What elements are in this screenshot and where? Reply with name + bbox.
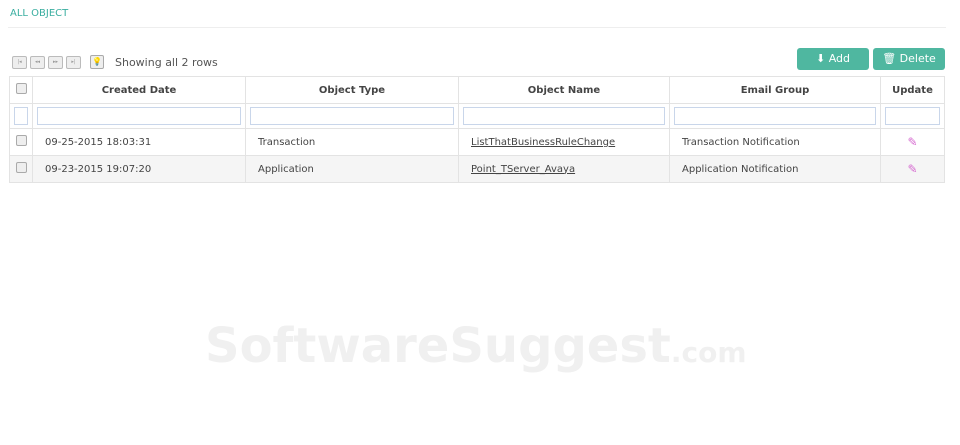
lightbulb-icon[interactable]: 💡 [90, 55, 104, 69]
divider [8, 27, 946, 28]
object-type: Application [245, 155, 459, 183]
row-checkbox[interactable] [15, 135, 27, 146]
filter-object-type[interactable] [250, 107, 454, 125]
showing-rows-text: Showing all 2 rows [115, 55, 218, 69]
col-update: Update [880, 76, 945, 104]
delete-button[interactable]: 🗑 Delete [873, 48, 945, 70]
filter-update[interactable] [885, 107, 940, 125]
col-created-date[interactable]: Created Date [32, 76, 246, 104]
filter-email-group[interactable] [674, 107, 876, 125]
object-name-link[interactable]: ListThatBusinessRuleChange [471, 137, 615, 148]
email-group: Application Notification [669, 155, 881, 183]
object-type: Transaction [245, 128, 459, 156]
edit-icon[interactable]: ✎ [907, 135, 917, 149]
row-checkbox[interactable] [15, 162, 27, 173]
first-page-button[interactable]: |◂ [12, 55, 27, 69]
prev-page-button[interactable]: ◂◂ [30, 55, 45, 69]
table-row: 09-23-2015 19:07:20 Application Point_TS… [9, 155, 945, 183]
table-row: 09-25-2015 18:03:31 Transaction ListThat… [9, 128, 945, 156]
created-date: 09-23-2015 19:07:20 [32, 155, 246, 183]
edit-icon[interactable]: ✎ [907, 162, 917, 176]
object-name-link[interactable]: Point_TServer_Avaya [471, 164, 575, 175]
col-object-name[interactable]: Object Name [458, 76, 670, 104]
col-object-type[interactable]: Object Type [245, 76, 459, 104]
last-page-button[interactable]: ▸| [66, 55, 81, 69]
watermark: SoftwareSuggest.com [205, 318, 747, 374]
created-date: 09-25-2015 18:03:31 [32, 128, 246, 156]
add-button[interactable]: ⬇ Add [797, 48, 869, 70]
filter-checkbox-col[interactable] [14, 107, 28, 125]
filter-object-name[interactable] [463, 107, 665, 125]
col-email-group[interactable]: Email Group [669, 76, 881, 104]
page-title: ALL OBJECT [10, 8, 69, 19]
next-page-button[interactable]: ▸▸ [48, 55, 63, 69]
email-group: Transaction Notification [669, 128, 881, 156]
select-all-checkbox[interactable] [15, 83, 27, 94]
pager: |◂ ◂◂ ▸▸ ▸| 💡 Showing all 2 rows [12, 55, 218, 69]
filter-created-date[interactable] [37, 107, 241, 125]
object-table: Created Date Object Type Object Name Ema… [9, 76, 945, 183]
